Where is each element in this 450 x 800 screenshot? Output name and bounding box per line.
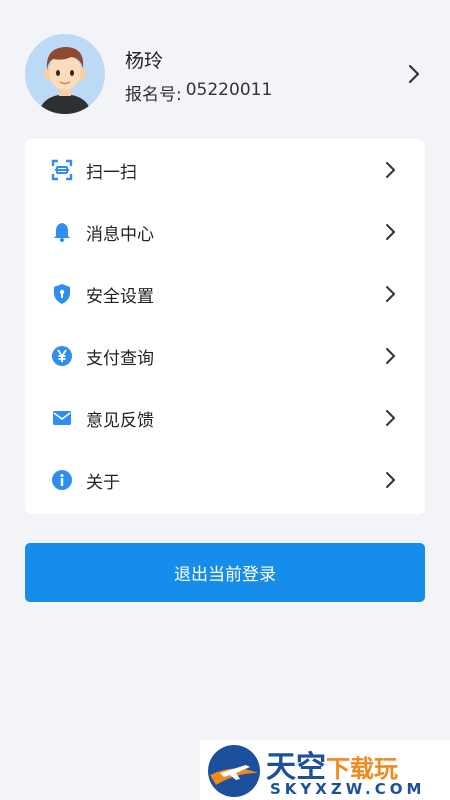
menu-item-messages[interactable]: 消息中心 <box>25 201 425 263</box>
menu-item-about[interactable]: 关于 <box>25 449 425 511</box>
user-name: 杨玲 <box>125 50 164 72</box>
chevron-right-icon <box>386 224 395 240</box>
chevron-right-icon <box>408 64 420 84</box>
menu-item-scan[interactable]: 扫一扫 <box>25 139 425 201</box>
chevron-right-icon <box>386 348 395 364</box>
avatar[interactable] <box>25 34 105 114</box>
chevron-right-icon <box>386 410 395 426</box>
chevron-right-icon <box>386 286 395 302</box>
menu-item-label: 支付查询 <box>86 348 154 369</box>
profile-page: 杨玲 报名号: 05220011 扫一扫 消息中心 安全设置 支付查询 意见反馈… <box>0 0 450 800</box>
chevron-right-icon <box>386 472 395 488</box>
registration-label: 报名号: <box>125 85 182 105</box>
menu-item-label: 安全设置 <box>86 286 154 307</box>
profile-header[interactable]: 杨玲 报名号: 05220011 <box>0 0 450 140</box>
bell-icon <box>51 221 73 243</box>
watermark-title-accent: 下载玩 <box>326 755 398 783</box>
shield-icon <box>51 283 73 305</box>
registration-number: 报名号: 05220011 <box>125 80 272 105</box>
watermark: 天空下载玩 SKYXZW.COM <box>200 740 450 800</box>
menu-item-label: 扫一扫 <box>86 162 137 183</box>
mail-icon <box>51 407 73 429</box>
logout-button[interactable]: 退出当前登录 <box>25 543 425 602</box>
menu-item-label: 消息中心 <box>86 224 154 245</box>
site-logo-icon <box>208 745 260 797</box>
menu-item-label: 关于 <box>86 472 120 493</box>
chevron-right-icon <box>386 162 395 178</box>
registration-value: 05220011 <box>185 80 273 100</box>
scan-icon <box>51 159 73 181</box>
info-icon <box>51 469 73 491</box>
menu-item-label: 意见反馈 <box>86 410 154 431</box>
menu-card: 扫一扫 消息中心 安全设置 支付查询 意见反馈 关于 <box>25 139 425 514</box>
avatar-illustration <box>25 34 105 114</box>
menu-item-payment-query[interactable]: 支付查询 <box>25 325 425 387</box>
menu-item-feedback[interactable]: 意见反馈 <box>25 387 425 449</box>
menu-item-security[interactable]: 安全设置 <box>25 263 425 325</box>
yen-icon <box>51 345 73 367</box>
watermark-subtitle: SKYXZW.COM <box>270 780 426 798</box>
